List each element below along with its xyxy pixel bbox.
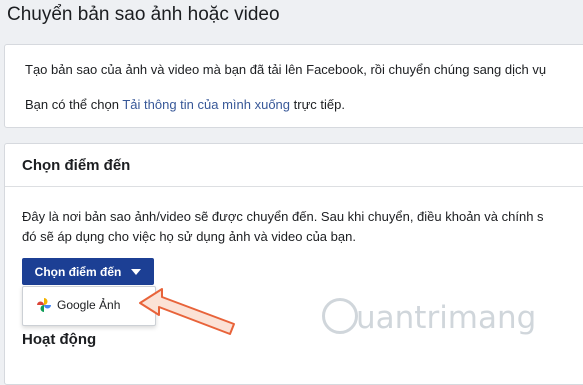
intro-link-row: Bạn có thể chọn Tải thông tin của mình x… [25, 97, 345, 112]
destination-description-line-2: đó sẽ áp dụng cho việc họ sử dụng ảnh và… [22, 229, 356, 244]
destination-card: Chọn điểm đến Đây là nơi bản sao ảnh/vid… [4, 143, 583, 385]
intro-card: Tạo bản sao của ảnh và video mà bạn đã t… [4, 44, 583, 128]
dropdown-item-google-photos[interactable]: Google Ảnh [29, 292, 149, 318]
activity-heading: Hoạt động [22, 331, 97, 348]
page-title: Chuyển bản sao ảnh hoặc video [7, 4, 280, 25]
annotation-arrow-icon [139, 288, 235, 335]
intro-link-prefix: Bạn có thể chọn [25, 97, 123, 112]
watermark-logo-icon [322, 298, 358, 334]
choose-destination-label: Chọn điểm đến [34, 264, 122, 279]
destination-description: Đây là nơi bản sao ảnh/video sẽ được chu… [22, 207, 544, 247]
intro-text: Tạo bản sao của ảnh và video mà bạn đã t… [25, 62, 547, 77]
download-info-link[interactable]: Tải thông tin của mình xuống [122, 97, 290, 112]
google-photos-icon [37, 298, 51, 312]
section-divider [5, 186, 583, 187]
intro-link-suffix: trực tiếp. [290, 97, 345, 112]
caret-down-icon [131, 268, 142, 275]
watermark-text: uantrimang [356, 300, 537, 336]
destination-dropdown: Google Ảnh [22, 286, 156, 326]
destination-heading: Chọn điểm đến [22, 157, 131, 174]
choose-destination-button[interactable]: Chọn điểm đến [22, 258, 154, 285]
destination-description-line-1: Đây là nơi bản sao ảnh/video sẽ được chu… [22, 209, 544, 224]
dropdown-item-label: Google Ảnh [57, 298, 121, 312]
